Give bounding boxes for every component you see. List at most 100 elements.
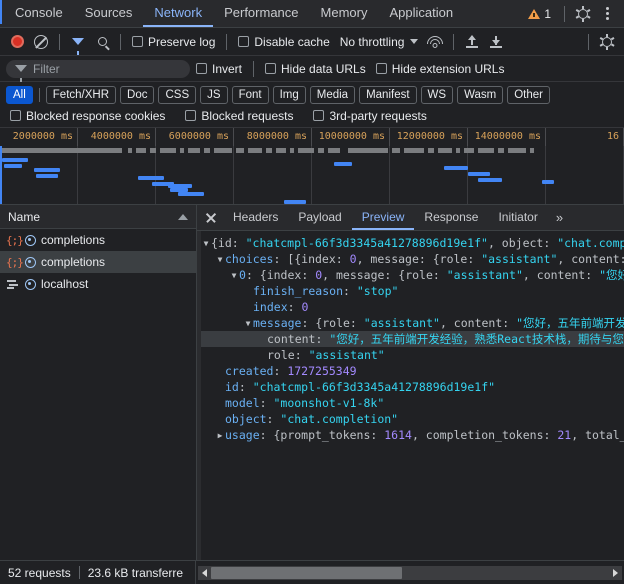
json-line-10[interactable]: model: "moonshot-v1-8k"	[197, 395, 624, 411]
record-button[interactable]	[6, 31, 28, 53]
warning-count: 1	[544, 6, 551, 21]
activity-segment-21	[438, 148, 452, 153]
tab-initiator[interactable]: Initiator	[488, 205, 547, 230]
json-line-6[interactable]: content: "您好，五年前端开发经验，熟悉React技术栈，期待与您	[197, 331, 624, 347]
tab-sources[interactable]: Sources	[74, 0, 144, 27]
activity-segment-8	[214, 148, 232, 153]
tab-headers[interactable]: Headers	[223, 205, 288, 230]
divider	[59, 33, 60, 50]
horizontal-scrollbar[interactable]	[198, 565, 622, 580]
json-line-9[interactable]: id: "chatcmpl-66f3d3345a41278896d19e1f"	[197, 379, 624, 395]
json-token: "chatcmpl-66f3d3345a41278896d19e1f"	[252, 380, 496, 394]
chevron-down-icon[interactable]: ▼	[229, 268, 239, 284]
type-filter-img[interactable]: Img	[272, 85, 306, 104]
chevron-down-icon[interactable]: ▼	[201, 236, 211, 252]
type-filter-fetch-xhr[interactable]: Fetch/XHR	[45, 85, 117, 104]
json-line-0[interactable]: ▼ {id: "chatcmpl-66f3d3345a41278896d19e1f…	[197, 235, 624, 251]
request-row-completions-1[interactable]: {;} completions	[0, 229, 196, 251]
activity-segment-6	[188, 148, 200, 153]
json-line-7[interactable]: role: "assistant"	[197, 347, 624, 363]
gridline-1	[78, 146, 156, 204]
type-filter-media[interactable]: Media	[309, 85, 356, 104]
filter-input[interactable]: Filter	[6, 59, 190, 82]
json-line-11[interactable]: object: "chat.completion"	[197, 411, 624, 427]
network-conditions-button[interactable]	[424, 31, 446, 53]
hide-extension-urls-checkbox[interactable]: Hide extension URLs	[372, 62, 509, 76]
scroll-left-arrow-icon[interactable]	[198, 566, 211, 580]
request-list-header[interactable]: Name	[0, 205, 196, 229]
disable-cache-checkbox[interactable]: Disable cache	[234, 35, 333, 49]
json-token: "chat.completion"	[280, 412, 399, 426]
blocked-response-cookies-checkbox[interactable]: Blocked response cookies	[6, 109, 169, 123]
json-line-12[interactable]: ▶ usage: {prompt_tokens: 1614, completion…	[197, 427, 624, 443]
tab-network[interactable]: Network	[143, 0, 214, 27]
tab-response[interactable]: Response	[414, 205, 488, 230]
chevron-down-icon[interactable]: ▼	[215, 252, 225, 268]
activity-segment-27	[530, 148, 534, 153]
network-activity-band	[2, 148, 624, 153]
preserve-log-checkbox[interactable]: Preserve log	[128, 35, 219, 49]
json-line-1[interactable]: ▼ choices: [{index: 0, message: {role: "a…	[197, 251, 624, 267]
json-token: "您好，五年前端开发经验，熟悉React技术栈，期待与您	[329, 332, 624, 346]
request-list[interactable]: {;} completions {;} completions localhos…	[0, 229, 196, 560]
more-options-button[interactable]	[596, 3, 618, 25]
scrollbar-track[interactable]	[211, 566, 609, 580]
type-filter-css[interactable]: CSS	[158, 85, 197, 104]
chevron-double-right-icon[interactable]: »	[548, 205, 571, 230]
search-button[interactable]	[91, 31, 113, 53]
json-token: 0	[301, 300, 309, 314]
record-icon	[10, 35, 24, 48]
tab-preview[interactable]: Preview	[351, 205, 415, 230]
activity-segment-10	[248, 148, 262, 153]
json-icon: {;}	[6, 233, 24, 247]
checkbox-box	[313, 110, 325, 121]
type-filter-doc[interactable]: Doc	[120, 85, 155, 104]
json-line-2[interactable]: ▼ 0: {index: 0, message: {role: "assistan…	[197, 267, 624, 283]
warning-indicator[interactable]: 1	[522, 7, 557, 21]
chevron-down-icon[interactable]: ▼	[243, 316, 253, 332]
hide-data-urls-checkbox[interactable]: Hide data URLs	[261, 62, 370, 76]
chevron-right-icon[interactable]: ▶	[215, 428, 225, 444]
json-token: "stop"	[356, 284, 399, 298]
request-row-localhost[interactable]: localhost	[0, 273, 196, 295]
overview-bar-4	[138, 176, 164, 180]
scrollbar-thumb[interactable]	[211, 566, 403, 579]
ruler-tick-label: 2000000 ms	[12, 131, 73, 142]
invert-checkbox[interactable]: Invert	[192, 62, 246, 76]
close-detail-button[interactable]	[199, 205, 223, 230]
json-line-4[interactable]: index: 0	[197, 299, 624, 315]
settings-button[interactable]	[572, 3, 594, 25]
tab-application[interactable]: Application	[378, 0, 464, 27]
tab-payload[interactable]: Payload	[288, 205, 351, 230]
divider	[226, 33, 228, 50]
activity-segment-26	[508, 148, 526, 153]
network-settings-button[interactable]	[596, 31, 618, 53]
type-filter-manifest[interactable]: Manifest	[359, 85, 417, 104]
divider	[588, 33, 589, 50]
scroll-right-arrow-icon[interactable]	[609, 566, 622, 580]
blocked-requests-checkbox[interactable]: Blocked requests	[181, 109, 297, 123]
preview-json-tree[interactable]: ▼ {id: "chatcmpl-66f3d3345a41278896d19e1f…	[197, 231, 624, 560]
export-har-button[interactable]	[485, 31, 507, 53]
third-party-requests-checkbox[interactable]: 3rd-party requests	[309, 109, 430, 123]
activity-segment-16	[328, 148, 340, 153]
network-overview[interactable]: 2000000 ms 4000000 ms 6000000 ms 8000000 ms…	[0, 128, 624, 205]
tab-performance[interactable]: Performance	[213, 0, 309, 27]
checkbox-box	[265, 63, 277, 74]
type-filter-js[interactable]: JS	[200, 85, 228, 104]
json-line-5[interactable]: ▼ message: {role: "assistant", content: "…	[197, 315, 624, 331]
import-har-button[interactable]	[461, 31, 483, 53]
tab-memory[interactable]: Memory	[310, 0, 379, 27]
type-filter-other[interactable]: Other	[507, 85, 550, 104]
toggle-filter-button[interactable]	[67, 31, 89, 55]
request-row-completions-2[interactable]: {;} completions	[0, 251, 196, 273]
clear-button[interactable]	[30, 31, 52, 53]
json-line-3[interactable]: finish_reason: "stop"	[197, 283, 624, 299]
type-filter-all[interactable]: All	[6, 85, 33, 104]
type-filter-wasm[interactable]: Wasm	[457, 85, 504, 104]
json-line-8[interactable]: created: 1727255349	[197, 363, 624, 379]
type-filter-font[interactable]: Font	[231, 85, 269, 104]
throttling-dropdown[interactable]: No throttling	[336, 35, 423, 49]
type-filter-ws[interactable]: WS	[420, 85, 454, 104]
tab-console[interactable]: Console	[4, 0, 74, 27]
